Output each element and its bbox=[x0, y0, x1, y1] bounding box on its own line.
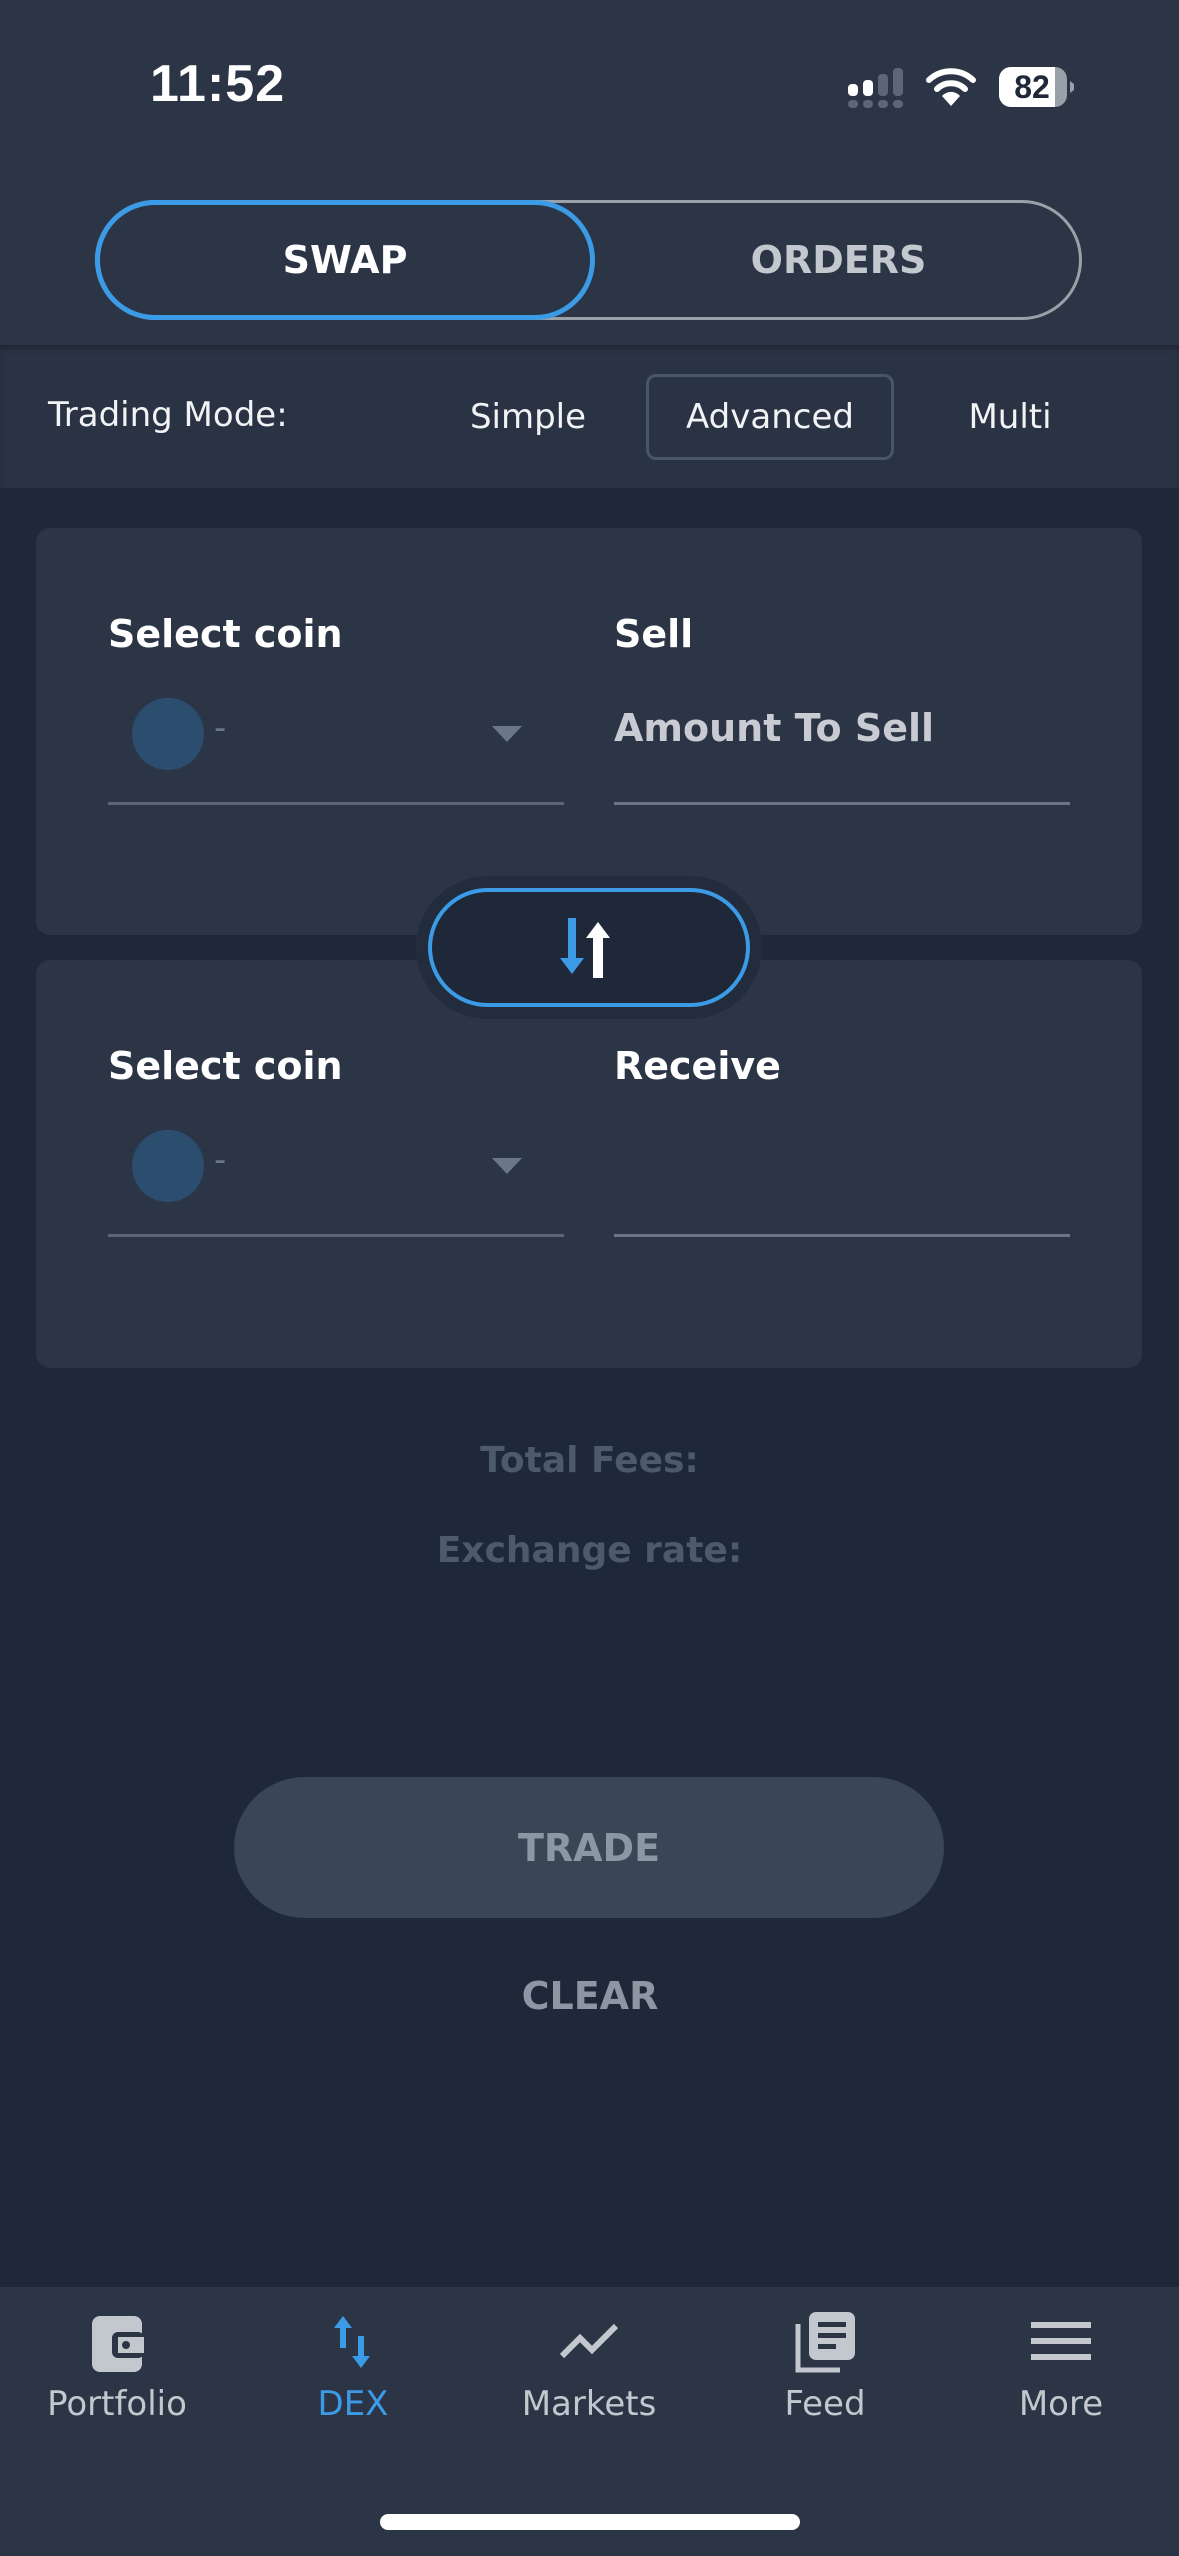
receive-amount-label: Receive bbox=[614, 1044, 781, 1088]
nav-item-feed[interactable]: Feed bbox=[725, 2310, 925, 2440]
newspaper-icon bbox=[795, 2312, 855, 2373]
coin-placeholder-icon bbox=[132, 698, 204, 770]
wifi-icon bbox=[926, 68, 976, 106]
receive-amount-field bbox=[614, 1122, 1070, 1237]
sell-coin-label: Select coin bbox=[108, 612, 343, 656]
swap-direction-button[interactable] bbox=[428, 888, 750, 1007]
sell-amount-input[interactable]: Amount To Sell bbox=[614, 690, 1070, 805]
receive-coin-value: - bbox=[214, 1140, 227, 1180]
trend-line-icon bbox=[559, 2323, 619, 2359]
mode-option-advanced[interactable]: Advanced bbox=[646, 374, 894, 460]
sell-coin-underline bbox=[108, 802, 564, 805]
exchange-rate-label: Exchange rate: bbox=[436, 1530, 743, 1571]
wallet-icon bbox=[92, 2316, 144, 2372]
nav-item-markets[interactable]: Markets bbox=[489, 2310, 689, 2440]
nav-label-feed: Feed bbox=[784, 2384, 866, 2424]
sell-amount-label: Sell bbox=[614, 612, 694, 656]
trade-button[interactable]: TRADE bbox=[234, 1777, 944, 1918]
home-indicator[interactable] bbox=[380, 2514, 800, 2530]
nav-label-markets: Markets bbox=[521, 2384, 657, 2424]
receive-coin-label: Select coin bbox=[108, 1044, 343, 1088]
nav-label-more: More bbox=[1018, 2384, 1104, 2424]
swap-vertical-icon bbox=[334, 2316, 370, 2368]
battery-level: 82 bbox=[1014, 69, 1050, 105]
cellular-signal-icon bbox=[848, 68, 903, 108]
nav-label-dex: DEX bbox=[317, 2384, 389, 2424]
sell-amount-placeholder: Amount To Sell bbox=[614, 706, 935, 750]
sell-amount-underline bbox=[614, 802, 1070, 805]
battery-icon: 82 bbox=[998, 66, 1076, 108]
clear-button[interactable]: CLEAR bbox=[440, 1966, 740, 2026]
coin-placeholder-icon bbox=[132, 1130, 204, 1202]
menu-icon bbox=[1031, 2322, 1091, 2360]
receive-coin-select[interactable]: - bbox=[108, 1122, 564, 1237]
total-fees-label: Total Fees: bbox=[480, 1440, 699, 1481]
chevron-down-icon bbox=[492, 1158, 522, 1174]
sell-coin-value: - bbox=[214, 708, 227, 748]
chevron-down-icon bbox=[492, 726, 522, 742]
nav-item-portfolio[interactable]: Portfolio bbox=[17, 2310, 217, 2440]
sell-coin-select[interactable]: - bbox=[108, 690, 564, 805]
swap-arrows-icon bbox=[560, 917, 610, 978]
nav-label-portfolio: Portfolio bbox=[47, 2384, 187, 2424]
tab-swap[interactable]: SWAP bbox=[95, 200, 595, 320]
receive-amount-underline bbox=[614, 1234, 1070, 1237]
mode-option-simple[interactable]: Simple bbox=[458, 374, 598, 460]
mode-option-multi[interactable]: Multi bbox=[940, 374, 1080, 460]
status-time: 11:52 bbox=[150, 55, 286, 113]
tab-orders[interactable]: ORDERS bbox=[595, 200, 1082, 320]
nav-item-more[interactable]: More bbox=[961, 2310, 1161, 2440]
nav-item-dex[interactable]: DEX bbox=[253, 2310, 453, 2440]
trading-mode-label: Trading Mode: bbox=[48, 395, 288, 435]
receive-coin-underline bbox=[108, 1234, 564, 1237]
